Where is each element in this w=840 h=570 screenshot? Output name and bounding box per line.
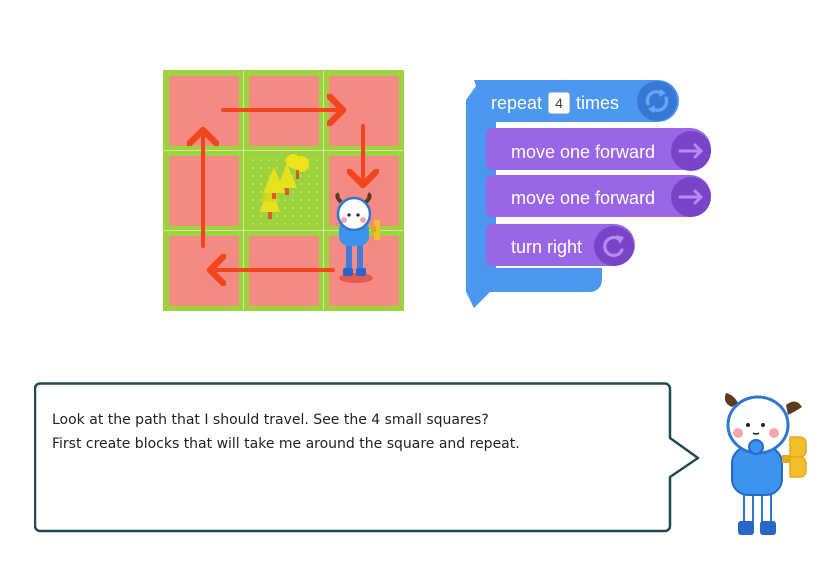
speech-bubble: Look at the path that I should travel. S…	[34, 382, 706, 534]
dialog-line-2: First create blocks that will take me ar…	[52, 436, 520, 452]
repeat-count-input[interactable]: 4	[548, 92, 571, 114]
board-svg	[163, 70, 404, 311]
repeat-label: repeat	[491, 92, 543, 113]
times-label: times	[576, 92, 620, 113]
dialog-line-1: Look at the path that I should travel. S…	[52, 412, 489, 428]
repeat-block-header: repeat 4 times	[491, 92, 619, 114]
code-blocks: repeat 4 times move one forward move one…	[462, 80, 722, 310]
command-label: move one forward	[511, 142, 656, 162]
command-label: turn right	[511, 237, 583, 257]
speech-bubble-shape	[34, 382, 700, 533]
command-label: move one forward	[511, 188, 656, 208]
turn-right-icon-bg	[594, 226, 634, 266]
game-board	[163, 70, 404, 311]
mascot-character	[718, 385, 810, 543]
mascot-icon	[724, 393, 807, 535]
loop-icon-bg	[637, 81, 677, 121]
